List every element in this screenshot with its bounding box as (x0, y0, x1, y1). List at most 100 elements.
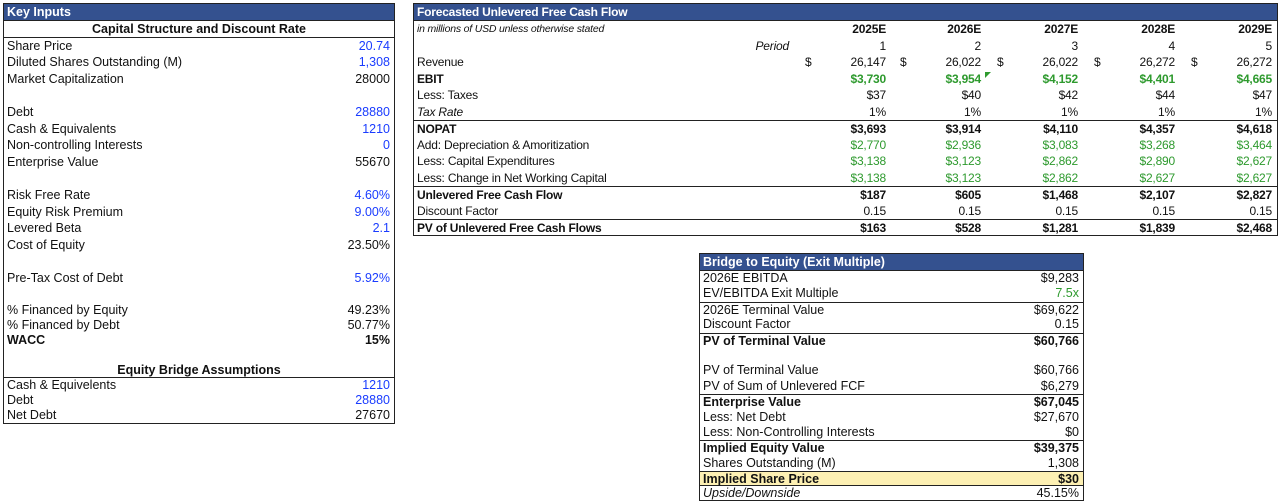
key-input-label: % Financed by Equity (7, 303, 128, 318)
key-inputs-panel: Key Inputs Capital Structure and Discoun… (3, 3, 395, 424)
key-input-value[interactable]: 4.60% (355, 187, 390, 204)
fcf-value: $3,138 (850, 154, 886, 168)
fcf-row: Tax Rate 1% 1% 1% 1% 1% (414, 104, 1277, 121)
bridge-label: EV/EBITDA Exit Multiple (703, 286, 839, 301)
fcf-value: $2,862 (1042, 170, 1078, 185)
fcf-value: 2029E (1238, 22, 1272, 36)
key-input-value[interactable]: 28880 (355, 104, 390, 121)
bridge-label: Upside/Downside (703, 486, 801, 501)
bridge-value: $27,670 (1033, 409, 1079, 424)
key-input-row: Debt 28880 (4, 104, 394, 121)
fcf-value: 26,022 (1042, 55, 1078, 69)
key-input-value[interactable]: 20.74 (359, 38, 390, 55)
fcf-value: $3,954 (945, 71, 981, 86)
bridge-value: $69,622 (1033, 302, 1079, 317)
fcf-value: $1,281 (1042, 221, 1078, 235)
bridge-row: 2026E EBITDA $9,283 (700, 271, 1083, 286)
fcf-row: Less: Taxes $37 $40 $42 $44 $47 (414, 87, 1277, 104)
fcf-value: 0.15 (1249, 203, 1272, 218)
bridge-value: $6,279 (1040, 378, 1079, 393)
key-input-value: 15% (364, 333, 390, 348)
fcf-value: $3,464 (1236, 137, 1272, 152)
bridge-value: $60,766 (1033, 333, 1079, 348)
fcf-row: Less: Change in Net Working Capital $3,13… (414, 170, 1277, 187)
bridge-label: Enterprise Value (703, 395, 801, 410)
bridge-label: PV of Sum of Unlevered FCF (703, 378, 865, 393)
key-input-label: Equity Risk Premium (7, 204, 123, 219)
fcf-value: $3,914 (945, 122, 981, 136)
fcf-value: $187 (860, 188, 886, 202)
fcf-title: Forecasted Unlevered Free Cash Flow (414, 4, 1277, 21)
key-input-label: Non-controlling Interests (7, 138, 143, 153)
key-input-row: Share Price 20.74 (4, 38, 394, 55)
fcf-value: $3,123 (945, 170, 981, 185)
bridge-row: PV of Terminal Value $60,766 (700, 363, 1083, 378)
key-input-row: Debt 28880 (4, 393, 394, 408)
fcf-value: $2,936 (945, 137, 981, 152)
bridge-label: 2026E Terminal Value (703, 302, 825, 317)
fcf-value: 26,272 (1236, 55, 1272, 69)
fcf-value: $3,138 (850, 170, 886, 185)
currency-symbol: $ (997, 55, 1004, 69)
key-input-row: Enterprise Value 55670 (4, 154, 394, 171)
bridge-label: 2026E EBITDA (703, 271, 788, 285)
key-input-value[interactable]: 9.00% (355, 204, 390, 221)
bridge-label: Shares Outstanding (M) (703, 455, 836, 470)
key-input-row: Net Debt 27670 (4, 408, 394, 423)
fcf-value: 2 (974, 38, 982, 53)
key-input-value[interactable]: 28880 (355, 393, 390, 408)
bridge-row: 2026E Terminal Value $69,622 (700, 301, 1083, 317)
fcf-value: $37 (866, 88, 887, 102)
fcf-value: $163 (860, 221, 886, 235)
key-input-label: WACC (7, 333, 46, 348)
fcf-value: $4,357 (1139, 122, 1175, 136)
fcf-value: $2,890 (1139, 154, 1175, 168)
key-input-value[interactable]: 2.1 (373, 220, 390, 237)
key-input-label: Cash & Equivalents (7, 121, 117, 136)
key-input-row: Levered Beta 2.1 (4, 220, 394, 237)
comment-indicator-icon[interactable] (985, 71, 991, 78)
bridge-value: 1,308 (1047, 455, 1079, 470)
currency-symbol: $ (1094, 55, 1101, 69)
key-input-row: Pre-Tax Cost of Debt 5.92% (4, 270, 394, 287)
key-input-value: 23.50% (347, 237, 390, 252)
currency-symbol: $ (805, 55, 812, 69)
fcf-row-label: EBIT (417, 71, 444, 86)
bridge-value: $39,375 (1033, 441, 1079, 456)
key-input-label: Cost of Equity (7, 237, 85, 252)
key-input-label: Cash & Equivelents (7, 378, 117, 393)
bridge-row (700, 348, 1083, 363)
bridge-row: Less: Non-Controlling Interests $0 (700, 425, 1083, 440)
section-heading: Equity Bridge Assumptions (117, 363, 281, 378)
key-input-value[interactable]: 1210 (362, 378, 390, 393)
key-input-label: Risk Free Rate (7, 187, 91, 202)
bridge-row: Shares Outstanding (M) 1,308 (700, 456, 1083, 471)
key-input-row (4, 170, 394, 187)
fcf-value: $2,627 (1236, 170, 1272, 185)
fcf-value: $1,839 (1139, 221, 1175, 235)
bridge-panel: Bridge to Equity (Exit Multiple) 2026E E… (699, 253, 1084, 501)
key-input-value[interactable]: 0 (383, 137, 390, 154)
key-input-row: % Financed by Equity 49.23% (4, 303, 394, 318)
fcf-value: $4,152 (1042, 71, 1078, 86)
fcf-value: $44 (1155, 88, 1176, 102)
key-input-value[interactable]: 1,308 (359, 54, 390, 71)
fcf-row-label: Revenue (417, 55, 464, 69)
key-input-label: Enterprise Value (7, 154, 99, 169)
bridge-row: PV of Terminal Value $60,766 (700, 332, 1083, 348)
key-input-row (4, 348, 394, 363)
key-input-row: Market Capitalization 28000 (4, 71, 394, 88)
key-input-row: Cost of Equity 23.50% (4, 237, 394, 254)
fcf-row: Revenue $26,147 $26,022 $26,022 $26,272 $26,2… (414, 54, 1277, 71)
fcf-row-label: Tax Rate (417, 104, 463, 119)
key-input-value[interactable]: 1210 (362, 121, 390, 138)
fcf-value: 26,272 (1139, 55, 1175, 69)
fcf-row-label: in millions of USD unless otherwise stat… (417, 23, 605, 35)
bridge-row: Enterprise Value $67,045 (700, 394, 1083, 409)
key-input-row (4, 87, 394, 104)
bridge-label: Less: Non-Controlling Interests (703, 424, 875, 439)
key-input-value[interactable]: 5.92% (355, 270, 390, 287)
fcf-value: $2,468 (1236, 221, 1272, 235)
fcf-value: $2,862 (1042, 154, 1078, 168)
bridge-row: Upside/Downside 45.15% (700, 486, 1083, 501)
